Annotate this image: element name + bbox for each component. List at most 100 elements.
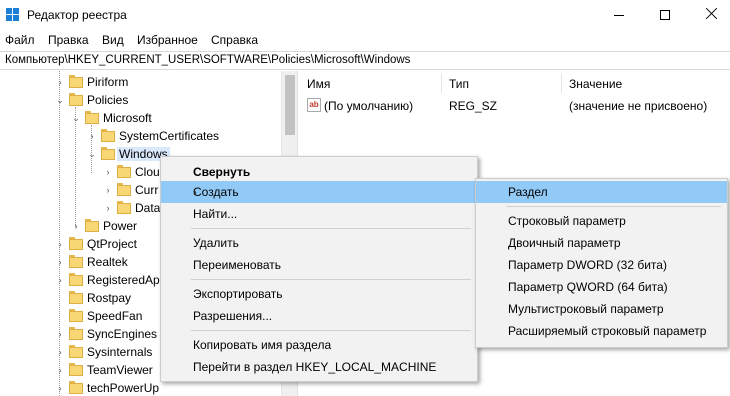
close-button[interactable] [688, 0, 730, 30]
menu-item-delete[interactable]: Удалить [161, 232, 477, 254]
folder-icon [117, 165, 131, 179]
scrollbar-thumb[interactable] [285, 75, 295, 135]
menu-file[interactable]: Файл [5, 33, 35, 47]
expand-icon[interactable]: › [71, 221, 81, 231]
menu-view[interactable]: Вид [102, 33, 124, 47]
submenu-item-multistring[interactable]: Мультистроковый параметр [476, 298, 727, 320]
tree-node-label: Microsoft [103, 111, 152, 125]
expander-blank [55, 293, 65, 303]
menu-item-label: Двоичный параметр [508, 236, 621, 250]
tree-node-label: Curr [135, 183, 159, 197]
tree-node-label: Realtek [87, 255, 128, 269]
folder-icon [101, 129, 115, 143]
submenu-item-binary[interactable]: Двоичный параметр [476, 232, 727, 254]
value-type: REG_SZ [449, 99, 498, 113]
folder-icon [69, 291, 83, 305]
menu-edit[interactable]: Правка [48, 33, 89, 47]
menu-item-collapse[interactable]: Свернуть [161, 161, 477, 183]
tree-node-label: Sysinternals [87, 345, 153, 359]
expand-icon[interactable]: › [55, 365, 65, 375]
expand-icon[interactable]: › [103, 167, 113, 177]
column-header-type[interactable]: Тип [449, 77, 469, 91]
menu-item-label: Экспортировать [193, 287, 283, 301]
minimize-icon [614, 15, 624, 16]
menu-item-label: Разрешения... [193, 309, 273, 323]
expand-icon[interactable]: › [87, 131, 97, 141]
menu-item-export[interactable]: Экспортировать [161, 283, 477, 305]
tree-node-label: Clou [135, 165, 160, 179]
submenu-item-dword[interactable]: Параметр DWORD (32 бита) [476, 254, 727, 276]
tree-node-label: Piriform [87, 75, 129, 89]
submenu-item-expandable-string[interactable]: Расширяемый строковый параметр [476, 320, 727, 342]
expand-icon[interactable]: › [103, 185, 113, 195]
menu-item-create[interactable]: Создать › [161, 181, 477, 203]
expand-icon[interactable]: › [55, 347, 65, 357]
tree-node-label: Rostpay [87, 291, 132, 305]
collapse-icon[interactable]: ⌄ [87, 149, 97, 159]
maximize-button[interactable] [642, 0, 688, 30]
menu-bar: Файл Правка Вид Избранное Справка [0, 30, 730, 50]
expand-icon[interactable]: › [55, 77, 65, 87]
menu-item-label: Перейти в раздел HKEY_LOCAL_MACHINE [193, 360, 437, 374]
tree-node-label: techPowerUp [87, 381, 160, 395]
collapse-icon[interactable]: ⌄ [55, 95, 65, 105]
expand-icon[interactable]: › [55, 275, 65, 285]
menu-item-goto-hklm[interactable]: Перейти в раздел HKEY_LOCAL_MACHINE [161, 356, 477, 378]
folder-icon [69, 345, 83, 359]
menu-item-permissions[interactable]: Разрешения... [161, 305, 477, 327]
folder-open-icon [101, 147, 115, 161]
menu-item-label: Строковый параметр [508, 214, 626, 228]
maximize-icon [660, 10, 670, 20]
menu-item-rename[interactable]: Переименовать [161, 254, 477, 276]
tree-node-label: TeamViewer [87, 363, 153, 377]
menu-item-label: Копировать имя раздела [193, 338, 332, 352]
minimize-button[interactable] [596, 0, 642, 30]
tree-node-label: Power [103, 219, 138, 233]
tree-node-label: RegisteredAp [87, 273, 160, 287]
folder-icon [69, 309, 83, 323]
folder-open-icon [69, 93, 83, 107]
menu-item-label: Мультистроковый параметр [508, 302, 664, 316]
menu-item-find[interactable]: Найти... [161, 203, 477, 225]
value-name[interactable]: (По умолчанию) [324, 99, 413, 113]
tree-node-label: SyncEngines [87, 327, 158, 341]
menu-item-copy-key-name[interactable]: Копировать имя раздела [161, 334, 477, 356]
folder-open-icon [85, 111, 99, 125]
menu-item-label: Параметр DWORD (32 бита) [508, 258, 667, 272]
folder-icon [117, 201, 131, 215]
expander-blank [55, 311, 65, 321]
menu-favorites[interactable]: Избранное [137, 33, 198, 47]
expand-icon[interactable]: › [55, 239, 65, 249]
expand-icon[interactable]: › [55, 383, 65, 393]
collapse-icon[interactable]: ⌄ [71, 113, 81, 123]
menu-item-label: Переименовать [193, 258, 281, 272]
address-path: Компьютер\HKEY_CURRENT_USER\SOFTWARE\Pol… [5, 54, 411, 66]
column-header-value[interactable]: Значение [569, 77, 622, 91]
expand-icon[interactable]: › [55, 329, 65, 339]
submenu-item-key[interactable]: Раздел [476, 181, 727, 203]
folder-icon [85, 219, 99, 233]
menu-help[interactable]: Справка [211, 33, 258, 47]
submenu-item-qword[interactable]: Параметр QWORD (64 бита) [476, 276, 727, 298]
column-header-name[interactable]: Имя [307, 77, 330, 91]
create-submenu: Раздел Строковый параметр Двоичный парам… [475, 178, 728, 348]
menu-item-label: Найти... [193, 207, 238, 221]
registry-editor-icon [6, 8, 20, 22]
tree-node-label: SystemCertificates [119, 129, 220, 143]
folder-icon [117, 183, 131, 197]
title-bar: Редактор реестра [0, 0, 730, 30]
context-menu: Свернуть Создать › Найти... Удалить Переи… [160, 156, 478, 382]
folder-icon [69, 273, 83, 287]
tree-node-label: Policies [87, 93, 129, 107]
submenu-item-string[interactable]: Строковый параметр [476, 210, 727, 232]
expand-icon[interactable]: › [103, 203, 113, 213]
folder-icon [69, 255, 83, 269]
folder-icon [69, 237, 83, 251]
expand-icon[interactable]: › [55, 257, 65, 267]
menu-item-label: Свернуть [193, 165, 251, 179]
tree-node-label: Data [135, 201, 161, 215]
address-bar[interactable]: Компьютер\HKEY_CURRENT_USER\SOFTWARE\Pol… [0, 51, 730, 70]
value-data: (значение не присвоено) [569, 99, 708, 113]
folder-icon [69, 75, 83, 89]
tree-node-label: SpeedFan [87, 309, 143, 323]
